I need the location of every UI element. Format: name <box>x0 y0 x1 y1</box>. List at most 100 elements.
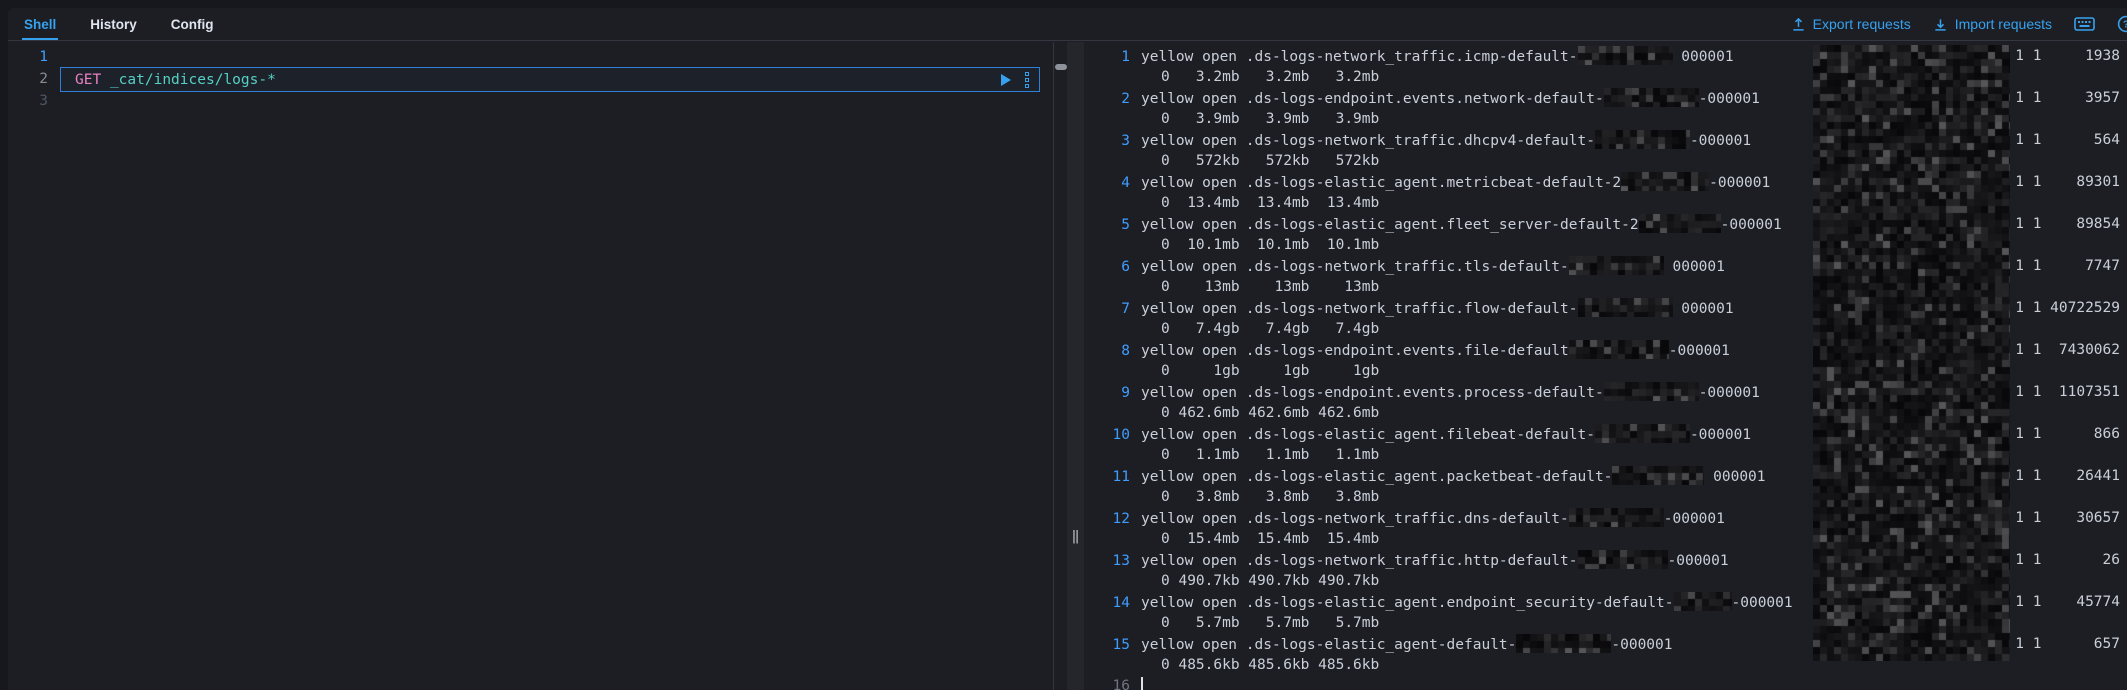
output-trailing-line: 16 <box>1084 676 2127 690</box>
export-requests-button[interactable]: Export requests <box>1791 16 1911 32</box>
index-name-text: yellow open .ds-logs-endpoint.events.net… <box>1141 91 1760 107</box>
output-line-number: 7 <box>1084 299 1130 320</box>
editor-line-3: 3 <box>8 90 1067 112</box>
redacted-text <box>1578 550 1668 569</box>
import-icon <box>1933 17 1948 32</box>
request-actions <box>1001 72 1039 88</box>
selected-request[interactable]: GET _cat/indices/logs-* <box>60 67 1040 92</box>
index-sizes-text: 0 490.7kb 490.7kb 490.7kb <box>1141 573 1379 589</box>
index-name-text: yellow open .ds-logs-elastic_agent.metri… <box>1141 175 1770 191</box>
index-sizes-text: 0 5.7mb 5.7mb 5.7mb <box>1141 615 1379 631</box>
export-requests-label: Export requests <box>1813 16 1911 32</box>
text-cursor <box>1141 677 1143 690</box>
output-line-number: 15 <box>1084 635 1130 656</box>
shards-and-doc-count: 1 1 564 <box>2015 130 2120 151</box>
index-sizes-text: 0 3.2mb 3.2mb 3.2mb <box>1141 69 1379 85</box>
index-name-text: yellow open .ds-logs-network_traffic.flo… <box>1141 301 1734 317</box>
shards-and-doc-count: 1 1 45774 <box>2015 592 2120 613</box>
redacted-text <box>1674 592 1732 611</box>
tab-config[interactable]: Config <box>161 8 224 40</box>
redacted-text <box>1612 466 1704 485</box>
editor-border <box>1053 42 1054 690</box>
response-output[interactable]: 1 yellow open .ds-logs-network_traffic.ic… <box>1084 42 2127 690</box>
index-name-text: yellow open .ds-logs-network_traffic.dhc… <box>1141 133 1751 149</box>
index-name-text: yellow open .ds-logs-endpoint.events.pro… <box>1141 385 1760 401</box>
shards-and-doc-count: 1 1 866 <box>2015 424 2120 445</box>
shards-and-doc-count: 1 1 7430062 <box>2015 340 2120 361</box>
export-icon <box>1791 17 1806 32</box>
index-name-text: yellow open .ds-logs-elastic_agent.endpo… <box>1141 595 1793 611</box>
help-button[interactable]: ? <box>2117 15 2127 33</box>
import-requests-button[interactable]: Import requests <box>1933 16 2052 32</box>
console-header: Shell History Config Export requests Imp… <box>8 8 2127 41</box>
output-line-number: 13 <box>1084 551 1130 572</box>
keyboard-shortcuts-button[interactable] <box>2074 16 2095 32</box>
shards-and-doc-count: 1 1 1107351 <box>2015 382 2120 403</box>
index-sizes-text: 0 10.1mb 10.1mb 10.1mb <box>1141 237 1379 253</box>
request-editor[interactable]: 1 2 GET _cat/indices/logs-* 3 <box>8 42 1067 690</box>
output-line-number: 5 <box>1084 215 1130 236</box>
index-sizes-text: 0 13mb 13mb 13mb <box>1141 279 1379 295</box>
index-sizes-text: 0 485.6kb 485.6kb 485.6kb <box>1141 657 1379 673</box>
editor-scrollbar-thumb[interactable] <box>1055 64 1067 70</box>
index-name-text: yellow open .ds-logs-network_traffic.icm… <box>1141 49 1734 65</box>
shards-and-doc-count: 1 1 40722529 <box>2015 298 2120 319</box>
index-sizes-text: 0 15.4mb 15.4mb 15.4mb <box>1141 531 1379 547</box>
index-name-text: yellow open .ds-logs-elastic_agent.packe… <box>1141 469 1766 485</box>
shards-and-doc-count: 1 1 3957 <box>2015 88 2120 109</box>
redacted-text <box>1604 382 1699 401</box>
tab-history[interactable]: History <box>80 8 147 40</box>
redacted-text <box>1639 214 1721 233</box>
redacted-text <box>1569 508 1664 527</box>
editor-line-2: 2 GET _cat/indices/logs-* <box>8 68 1067 90</box>
keyboard-icon <box>2074 16 2095 32</box>
index-sizes-text: 0 1.1mb 1.1mb 1.1mb <box>1141 447 1379 463</box>
resizer-grip-icon: ‖ <box>1067 529 1084 544</box>
output-line-number: 9 <box>1084 383 1130 404</box>
index-sizes-text: 0 1gb 1gb 1gb <box>1141 363 1379 379</box>
redacted-text <box>1569 340 1669 359</box>
redacted-text <box>1604 88 1699 107</box>
output-line-number: 4 <box>1084 173 1130 194</box>
index-sizes-text: 0 13.4mb 13.4mb 13.4mb <box>1141 195 1379 211</box>
index-name-text: yellow open .ds-logs-network_traffic.htt… <box>1141 553 1729 569</box>
request-text: GET _cat/indices/logs-* <box>61 69 276 91</box>
app-root: Shell History Config Export requests Imp… <box>0 0 2127 690</box>
redacted-text <box>1578 298 1673 317</box>
shards-and-doc-count: 1 1 657 <box>2015 634 2120 655</box>
send-request-button[interactable] <box>1001 74 1011 86</box>
output-line-number: 6 <box>1084 257 1130 278</box>
panel-resizer[interactable]: ‖ <box>1067 42 1084 690</box>
shards-and-doc-count: 1 1 89301 <box>2015 172 2120 193</box>
index-name-text: yellow open .ds-logs-network_traffic.dns… <box>1141 511 1725 527</box>
redacted-text <box>1516 634 1611 653</box>
output-line-number: 11 <box>1084 467 1130 488</box>
index-name-text: yellow open .ds-logs-elastic_agent.fleet… <box>1141 217 1782 233</box>
output-line-number: 8 <box>1084 341 1130 362</box>
request-method: GET <box>75 72 101 88</box>
index-sizes-text: 0 7.4gb 7.4gb 7.4gb <box>1141 321 1379 337</box>
help-icon: ? <box>2117 15 2127 33</box>
console-tabs: Shell History Config <box>8 8 238 40</box>
editor-line-number: 2 <box>8 68 48 90</box>
index-name-text: yellow open .ds-logs-elastic_agent.fileb… <box>1141 427 1751 443</box>
console-panel: Shell History Config Export requests Imp… <box>8 8 2127 690</box>
editor-line-1: 1 <box>8 46 1067 68</box>
index-name-text: yellow open .ds-logs-elastic_agent-defau… <box>1141 637 1673 653</box>
editor-line-number: 1 <box>8 46 48 68</box>
output-line-number: 10 <box>1084 425 1130 446</box>
index-sizes-text: 0 572kb 572kb 572kb <box>1141 153 1379 169</box>
tab-shell[interactable]: Shell <box>14 8 66 40</box>
redacted-uuid-column <box>1813 45 2010 661</box>
output-line-number: 12 <box>1084 509 1130 530</box>
svg-text:?: ? <box>2123 20 2127 31</box>
output-line-number: 16 <box>1084 676 1130 690</box>
index-sizes-text: 0 462.6mb 462.6mb 462.6mb <box>1141 405 1379 421</box>
shards-and-doc-count: 1 1 26 <box>2015 550 2120 571</box>
index-name-text: yellow open .ds-logs-network_traffic.tls… <box>1141 259 1725 275</box>
redacted-text <box>1595 130 1690 149</box>
request-menu-button[interactable] <box>1025 72 1029 88</box>
index-name-text: yellow open .ds-logs-endpoint.events.fil… <box>1141 343 1730 359</box>
output-line-number: 1 <box>1084 47 1130 68</box>
header-actions: Export requests Import requests <box>1791 15 2127 33</box>
